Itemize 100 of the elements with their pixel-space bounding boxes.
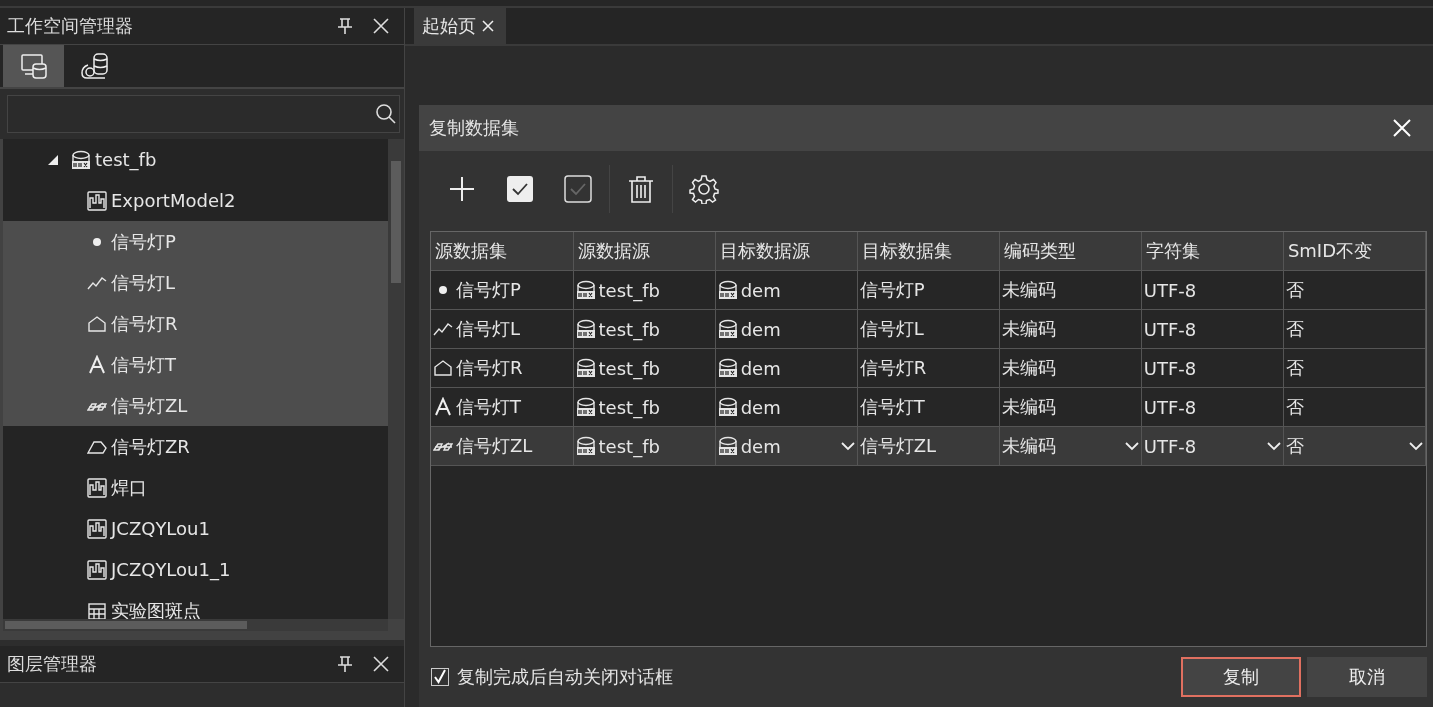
letter-icon [87,354,107,375]
database-icon [717,280,738,300]
checkbox-outline-icon[interactable] [563,174,593,204]
close-icon[interactable] [482,20,494,32]
column-header[interactable]: 目标数据源 [715,232,858,271]
expand-triangle-icon[interactable] [47,153,59,166]
database-icon [71,149,91,170]
tree-item[interactable]: JCZQYLou1 [3,508,388,549]
tree-item[interactable]: 焊口 [3,467,388,508]
column-header[interactable]: 目标数据集 [857,232,1000,271]
house-outline-icon [87,313,107,334]
table-cell: UTF-8 [1141,309,1284,349]
database-icon [717,397,738,417]
table-icon [87,600,107,619]
scrollbar[interactable] [388,139,404,619]
tree-item[interactable]: ExportModel2 [3,180,388,221]
column-header[interactable]: 源数据集 [431,232,574,271]
checkbox[interactable] [431,668,449,686]
tree-item[interactable]: 信号灯ZL [3,385,388,426]
tree-item[interactable]: 信号灯R [3,303,388,344]
table-cell: dem [715,270,858,310]
tree-item[interactable]: test_fb [3,139,388,180]
caret-icon [840,440,855,452]
chart-box-icon [87,477,107,498]
dialog-button[interactable]: 取消 [1307,657,1427,697]
table-cell: dem [715,348,858,388]
scrollbar[interactable] [3,619,388,631]
database-icon [575,436,596,456]
tree-item[interactable]: 信号灯T [3,344,388,385]
table-cell: 信号灯L [431,309,574,349]
document-tab[interactable]: 起始页 [414,8,506,44]
search-icon [375,103,397,125]
database-icon [717,358,738,378]
table-cell: 未编码 [999,270,1142,310]
table-cell: 否 [1283,309,1426,349]
pin-icon[interactable] [336,17,354,35]
settings-icon[interactable] [689,174,719,204]
plus-icon[interactable] [447,174,477,204]
table-cell: test_fb [573,426,716,466]
database-icon [575,319,596,339]
table-cell: UTF-8 [1141,387,1284,427]
table-cell: test_fb [573,309,716,349]
trash-icon[interactable] [626,174,656,204]
dropdown[interactable]: 否 [1283,426,1426,466]
table-cell: 信号灯ZL [857,426,1000,466]
table-cell: 信号灯R [857,348,1000,388]
database-icon [717,319,738,339]
close-icon[interactable] [372,17,390,35]
database-icon [575,358,596,378]
cloud-database-icon [79,52,110,80]
panel-title: 工作空间管理器 [7,14,133,38]
table-cell: 信号灯P [431,270,574,310]
database-icon [717,436,738,456]
table-cell: dem [715,309,858,349]
table-cell: 信号灯R [431,348,574,388]
table-cell: 信号灯ZL [431,426,574,466]
tree-item[interactable]: 实验图斑点 [3,590,388,619]
caret-icon [1266,440,1281,452]
table-cell: test_fb [573,270,716,310]
auto-close-checkbox[interactable]: 复制完成后自动关闭对话框 [431,665,673,689]
monitor-database-icon [18,52,49,80]
column-header[interactable]: 编码类型 [999,232,1142,271]
table-cell: 未编码 [999,309,1142,349]
dialog-button[interactable]: 复制 [1181,657,1301,697]
checked-box-icon[interactable] [505,174,535,204]
column-header[interactable]: SmID不变 [1283,232,1426,271]
table-cell: 未编码 [999,387,1142,427]
table-cell: 信号灯P [857,270,1000,310]
chart-box-icon [87,518,107,539]
chart-box-icon [87,190,107,211]
table-cell: 未编码 [999,348,1142,388]
panel-title: 图层管理器 [7,652,97,676]
table-cell: 信号灯T [431,387,574,427]
table-cell: UTF-8 [1141,348,1284,388]
table-cell: test_fb [573,387,716,427]
tree-item[interactable]: 信号灯ZR [3,426,388,467]
caret-icon [1409,440,1423,452]
database-icon [575,397,596,417]
column-header[interactable]: 字符集 [1141,232,1284,271]
column-header[interactable]: 源数据源 [573,232,716,271]
tree-item[interactable]: 信号灯L [3,262,388,303]
table-cell: 信号灯L [857,309,1000,349]
table-cell: 否 [1283,270,1426,310]
dropdown[interactable]: dem [715,426,858,466]
dropdown[interactable]: UTF-8 [1141,426,1284,466]
table-cell: UTF-8 [1141,270,1284,310]
search-field[interactable] [7,95,400,133]
table-cell: dem [715,387,858,427]
letter-icon [433,397,453,417]
pin-icon[interactable] [336,655,354,673]
dropdown[interactable]: 未编码 [999,426,1142,466]
tree-item[interactable]: JCZQYLou1_1 [3,549,388,590]
table-cell: 否 [1283,387,1426,427]
close-icon[interactable] [372,655,390,673]
caret-icon [1124,440,1139,452]
house-outline-icon [433,358,453,378]
tree-item[interactable]: 信号灯P [3,221,388,262]
database-icon [575,280,596,300]
table-cell: 否 [1283,348,1426,388]
dialog-title: 复制数据集 [429,116,519,140]
